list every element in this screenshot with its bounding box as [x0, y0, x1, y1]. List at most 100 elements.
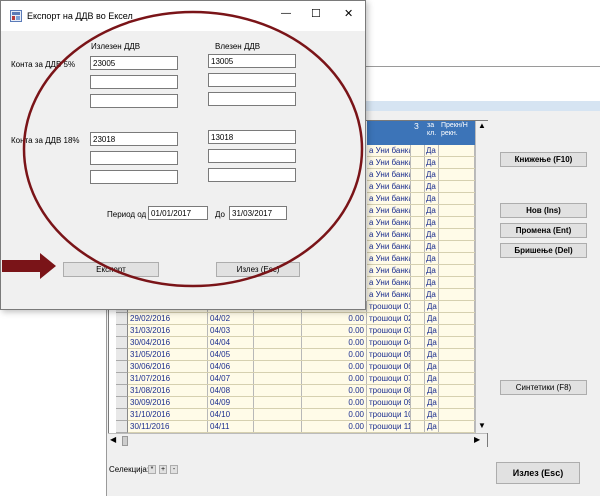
grid-cell-flag: Да [425, 325, 439, 336]
grid-data-row[interactable]: 30/04/201604/04 0.00трошоци 04/16 Да [128, 337, 475, 349]
grid-data-row[interactable]: 31/10/201604/10 0.00трошоци 10/16 Да [128, 409, 475, 421]
row-indicator[interactable] [116, 313, 128, 325]
row-indicator[interactable] [116, 337, 128, 349]
row-indicator[interactable] [116, 349, 128, 361]
grid-header-col3[interactable]: З [411, 121, 425, 145]
grid-cell-col5 [439, 289, 475, 300]
grid-vertical-scrollbar[interactable]: ▲ ▼ [475, 121, 488, 433]
in18-account-3[interactable] [208, 168, 296, 182]
new-button[interactable]: Нов (Ins) [500, 203, 587, 218]
edit-button[interactable]: Промена (Ent) [500, 223, 587, 238]
grid-data-row[interactable]: 30/09/201604/09 0.00трошоци 09/16 Да [128, 397, 475, 409]
out18-account-1[interactable] [90, 132, 178, 146]
grid-cell-col3 [411, 241, 425, 252]
grid-cell-col3 [411, 193, 425, 204]
grid-data-row[interactable]: 31/05/201604/05 0.00трошоци 05/16 Да [128, 349, 475, 361]
in5-account-3[interactable] [208, 92, 296, 106]
book-button[interactable]: Книжење (F10) [500, 152, 587, 167]
scroll-left-icon[interactable]: ◀ [110, 435, 116, 444]
grid-cell-doc: 04/11 [208, 421, 254, 432]
out5-account-2[interactable] [90, 75, 178, 89]
grid-cell-amount: 0.00 [302, 313, 367, 324]
grid-header-col4[interactable]: за кл. [425, 121, 439, 145]
scroll-right-icon[interactable]: ▶ [474, 435, 480, 444]
grid-upper-row[interactable]: а Уни банка Да [367, 253, 475, 265]
dialog-exit-button[interactable]: Излез (Esc) [216, 262, 300, 277]
grid-data-row[interactable]: 31/03/201604/03 0.00трошоци 03/16 Да [128, 325, 475, 337]
selection-label: Селекција: [109, 465, 150, 474]
scroll-thumb[interactable] [122, 436, 128, 446]
out18-account-3[interactable] [90, 170, 178, 184]
grid-upper-row[interactable]: а Уни банка Да [367, 229, 475, 241]
row-indicator[interactable] [116, 421, 128, 433]
row-indicator[interactable] [116, 385, 128, 397]
row-indicator[interactable] [116, 409, 128, 421]
grid-cell-desc: трошоци 01/16 [367, 301, 411, 312]
maximize-button[interactable]: ☐ [311, 7, 321, 20]
synthetics-button[interactable]: Синтетики (F8) [500, 380, 587, 395]
row-indicator[interactable] [116, 361, 128, 373]
grid-upper-row[interactable]: а Уни банка Да [367, 169, 475, 181]
grid-cell-blank [254, 361, 302, 372]
grid-cell-date: 30/04/2016 [128, 337, 208, 348]
selection-all-button[interactable]: * [148, 465, 156, 474]
grid-cell-col3 [411, 145, 425, 156]
scroll-up-icon[interactable]: ▲ [478, 121, 486, 130]
export-button[interactable]: Експорт [63, 262, 159, 277]
out5-account-1[interactable] [90, 56, 178, 70]
grid-cell-col5 [439, 421, 475, 432]
grid-cell-flag: Да [425, 229, 439, 240]
grid-cell-flag: Да [425, 313, 439, 324]
grid-upper-row[interactable]: а Уни банка Да [367, 193, 475, 205]
row-indicator[interactable] [116, 397, 128, 409]
in18-account-2[interactable] [208, 149, 296, 163]
row-indicator[interactable] [116, 325, 128, 337]
grid-upper-row[interactable]: а Уни банка Да [367, 277, 475, 289]
grid-data-row[interactable]: 31/08/201604/08 0.00трошоци 08/16 Да [128, 385, 475, 397]
grid-upper-row[interactable]: а Уни банка Да [367, 289, 475, 301]
date-from-input[interactable] [148, 206, 208, 220]
grid-cell-col3 [411, 337, 425, 348]
grid-cell-doc: 04/07 [208, 373, 254, 384]
grid-horizontal-scrollbar[interactable]: ◀ ▶ [108, 433, 487, 447]
grid-cell-col3 [411, 373, 425, 384]
grid-cell-col5 [439, 349, 475, 360]
grid-upper-row[interactable]: а Уни банка Да [367, 181, 475, 193]
in18-account-1[interactable] [208, 130, 296, 144]
vat-5-label: Конта за ДДВ 5% [11, 60, 76, 69]
background-exit-button[interactable]: Излез (Esc) [496, 462, 580, 484]
grid-cell-desc: а Уни банка [369, 265, 411, 276]
selection-remove-button[interactable]: - [170, 465, 178, 474]
grid-cell-flag: Да [425, 193, 439, 204]
selection-add-button[interactable]: + [159, 465, 167, 474]
grid-data-row[interactable]: 31/07/201604/07 0.00трошоци 07/16 Да [128, 373, 475, 385]
scroll-down-icon[interactable]: ▼ [478, 421, 486, 430]
grid-upper-row[interactable]: а Уни банка Да [367, 265, 475, 277]
period-to-label: До [215, 210, 225, 219]
grid-data-row[interactable]: 30/06/201604/06 0.00трошоци 06/16 Да [128, 361, 475, 373]
grid-upper-row[interactable]: а Уни банка Да [367, 205, 475, 217]
grid-data-row[interactable]: 29/02/201604/02 0.00трошоци 02/16 Да [128, 313, 475, 325]
grid-cell-blank [254, 385, 302, 396]
grid-data-row[interactable]: 30/11/201604/11 0.00трошоци 11/16 Да [128, 421, 475, 433]
out5-account-3[interactable] [90, 94, 178, 108]
date-to-input[interactable] [229, 206, 287, 220]
row-indicator[interactable] [116, 373, 128, 385]
out18-account-2[interactable] [90, 151, 178, 165]
grid-cell-col3 [411, 181, 425, 192]
grid-upper-row[interactable]: а Уни банка Да [367, 217, 475, 229]
grid-upper-row[interactable]: а Уни банка Да [367, 145, 475, 157]
minimize-button[interactable]: — [281, 8, 291, 19]
grid-cell-col3 [411, 313, 425, 324]
grid-cell-desc: а Уни банка [369, 217, 411, 228]
close-button[interactable]: ✕ [344, 7, 353, 20]
grid-cell-doc: 04/10 [208, 409, 254, 420]
in5-account-1[interactable] [208, 54, 296, 68]
grid-upper-row[interactable]: а Уни банка Да [367, 157, 475, 169]
grid-upper-row[interactable]: а Уни банка Да [367, 241, 475, 253]
delete-button[interactable]: Бришење (Del) [500, 243, 587, 258]
grid-header-col5[interactable]: Прекн/Н рекн. [439, 121, 475, 145]
grid-cell-col3 [411, 301, 425, 312]
in5-account-2[interactable] [208, 73, 296, 87]
grid-cell-blank [254, 409, 302, 420]
